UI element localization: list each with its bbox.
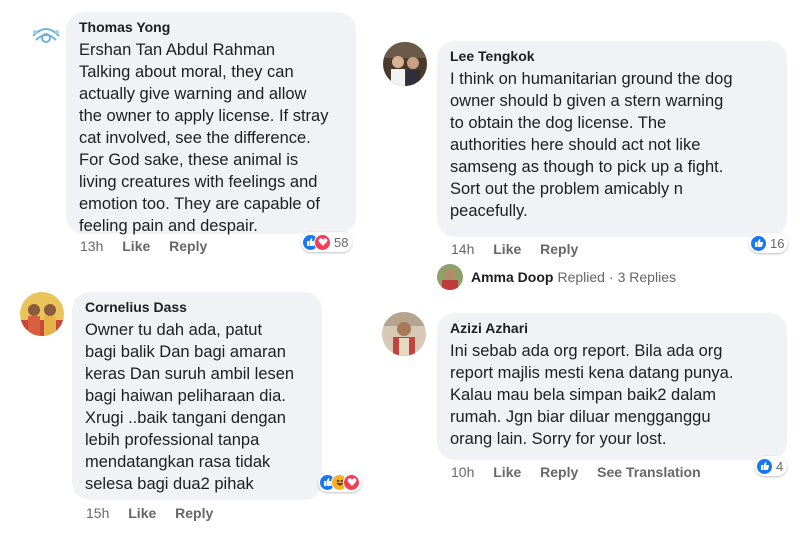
reaction-count: 16 bbox=[770, 235, 785, 251]
like-button[interactable]: Like bbox=[122, 238, 150, 254]
view-replies-link[interactable]: Amma Doop Replied · 3 Replies bbox=[437, 264, 676, 290]
comment-text: Ini sebab ada org report. Bila ada org r… bbox=[450, 342, 734, 448]
reaction-summary[interactable]: 4 bbox=[755, 456, 788, 476]
avatar-azizi-azhari[interactable] bbox=[382, 312, 426, 356]
comment-actions: 10h Like Reply See Translation bbox=[451, 464, 716, 480]
reply-count[interactable]: 3 Replies bbox=[618, 269, 676, 285]
comment-bubble: Azizi Azhari Ini sebab ada org report. B… bbox=[437, 313, 787, 460]
reply-button[interactable]: Reply bbox=[169, 238, 207, 254]
comment-text: Ershan Tan Abdul Rahman Talking about mo… bbox=[79, 41, 329, 235]
comment-author[interactable]: Thomas Yong bbox=[79, 18, 344, 36]
comment-bubble: Lee Tengkok I think on humanitarian grou… bbox=[437, 41, 787, 237]
reply-button[interactable]: Reply bbox=[175, 505, 213, 521]
reaction-count: 58 bbox=[334, 234, 349, 250]
separator-dot: · bbox=[608, 269, 614, 285]
comment-actions: 14h Like Reply bbox=[451, 241, 593, 257]
comment-time[interactable]: 10h bbox=[451, 464, 474, 480]
comment-bubble: Thomas Yong Ershan Tan Abdul Rahman Talk… bbox=[66, 12, 356, 235]
comment-text: Owner tu dah ada, patut bagi balik Dan b… bbox=[85, 321, 295, 493]
comment-text: I think on humanitarian ground the dog o… bbox=[450, 70, 733, 220]
like-button[interactable]: Like bbox=[493, 241, 521, 257]
comment-time[interactable]: 15h bbox=[86, 505, 109, 521]
see-translation-link[interactable]: See Translation bbox=[597, 464, 700, 480]
like-icon bbox=[756, 457, 773, 475]
comment-author[interactable]: Lee Tengkok bbox=[450, 47, 775, 65]
love-icon bbox=[343, 473, 360, 491]
reaction-summary[interactable]: 16 bbox=[749, 233, 789, 253]
comment-actions: 15h Like Reply bbox=[86, 505, 228, 521]
like-icon bbox=[750, 234, 767, 252]
avatar-lee-tengkok[interactable] bbox=[383, 42, 427, 86]
comment-actions: 13h Like Reply bbox=[80, 238, 222, 254]
comment-time[interactable]: 13h bbox=[80, 238, 103, 254]
comment-author[interactable]: Azizi Azhari bbox=[450, 319, 775, 337]
reply-author-name[interactable]: Amma Doop bbox=[471, 269, 553, 285]
avatar-thomas-yong[interactable] bbox=[26, 14, 66, 54]
reaction-summary[interactable]: 58 bbox=[301, 232, 353, 252]
comment-time[interactable]: 14h bbox=[451, 241, 474, 257]
replied-label: Replied bbox=[557, 269, 605, 285]
comment-bubble: Cornelius Dass Owner tu dah ada, patut b… bbox=[72, 292, 322, 500]
reply-button[interactable]: Reply bbox=[540, 464, 578, 480]
reply-button[interactable]: Reply bbox=[540, 241, 578, 257]
avatar-cornelius-dass[interactable] bbox=[20, 292, 64, 336]
like-button[interactable]: Like bbox=[493, 464, 521, 480]
like-button[interactable]: Like bbox=[128, 505, 156, 521]
love-icon bbox=[314, 233, 331, 251]
reaction-summary[interactable] bbox=[318, 472, 362, 492]
comment-author[interactable]: Cornelius Dass bbox=[85, 298, 310, 316]
reaction-count: 4 bbox=[776, 458, 784, 474]
reply-author-avatar bbox=[437, 264, 463, 290]
